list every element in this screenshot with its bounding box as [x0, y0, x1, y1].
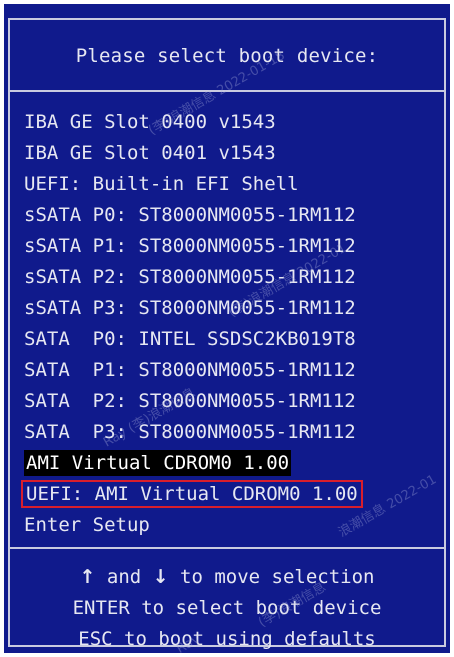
boot-option-sata-p3[interactable]: SATA P3: ST8000NM0055-1RM112 [22, 417, 442, 448]
help-panel: ↑ and ↓ to move selection ENTER to selec… [4, 562, 450, 653]
boot-option-uefi-efi-shell[interactable]: UEFI: Built-in EFI Shell [22, 169, 442, 200]
boot-option-ami-virtual-cdrom-selected[interactable]: AMI Virtual CDROM0 1.00 [22, 448, 442, 479]
boot-option-sata-p0[interactable]: SATA P0: INTEL SSDSC2KB019T8 [22, 324, 442, 355]
boot-option-iba-ge-slot-0401[interactable]: IBA GE Slot 0401 v1543 [22, 138, 442, 169]
help-divider [8, 547, 446, 549]
boot-device-list: IBA GE Slot 0400 v1543 IBA GE Slot 0401 … [21, 107, 442, 541]
boot-option-sata-p2[interactable]: SATA P2: ST8000NM0055-1RM112 [22, 386, 442, 417]
arrow-down-icon: ↓ [152, 566, 169, 588]
arrow-up-icon: ↑ [79, 566, 96, 588]
bios-boot-menu: Please select boot device: IBA GE Slot 0… [4, 4, 450, 653]
boot-option-ssata-p3[interactable]: sSATA P3: ST8000NM0055-1RM112 [22, 293, 442, 324]
help-line-esc: ESC to boot using defaults [78, 628, 376, 650]
boot-menu-title: Please select boot device: [75, 45, 379, 67]
title-divider [8, 90, 446, 92]
boot-option-uefi-ami-virtual-cdrom[interactable]: UEFI: AMI Virtual CDROM0 1.00 [21, 479, 442, 510]
boot-option-iba-ge-slot-0400[interactable]: IBA GE Slot 0400 v1543 [22, 107, 442, 138]
boot-option-ssata-p0[interactable]: sSATA P0: ST8000NM0055-1RM112 [22, 200, 442, 231]
boot-option-ssata-p1[interactable]: sSATA P1: ST8000NM0055-1RM112 [22, 231, 442, 262]
boot-option-sata-p1[interactable]: SATA P1: ST8000NM0055-1RM112 [22, 355, 442, 386]
help-line-enter: ENTER to select boot device [72, 597, 382, 619]
boot-option-enter-setup[interactable]: Enter Setup [22, 510, 442, 541]
boot-option-ssata-p2[interactable]: sSATA P2: ST8000NM0055-1RM112 [22, 262, 442, 293]
help-line-navigation: ↑ and ↓ to move selection [79, 566, 375, 588]
